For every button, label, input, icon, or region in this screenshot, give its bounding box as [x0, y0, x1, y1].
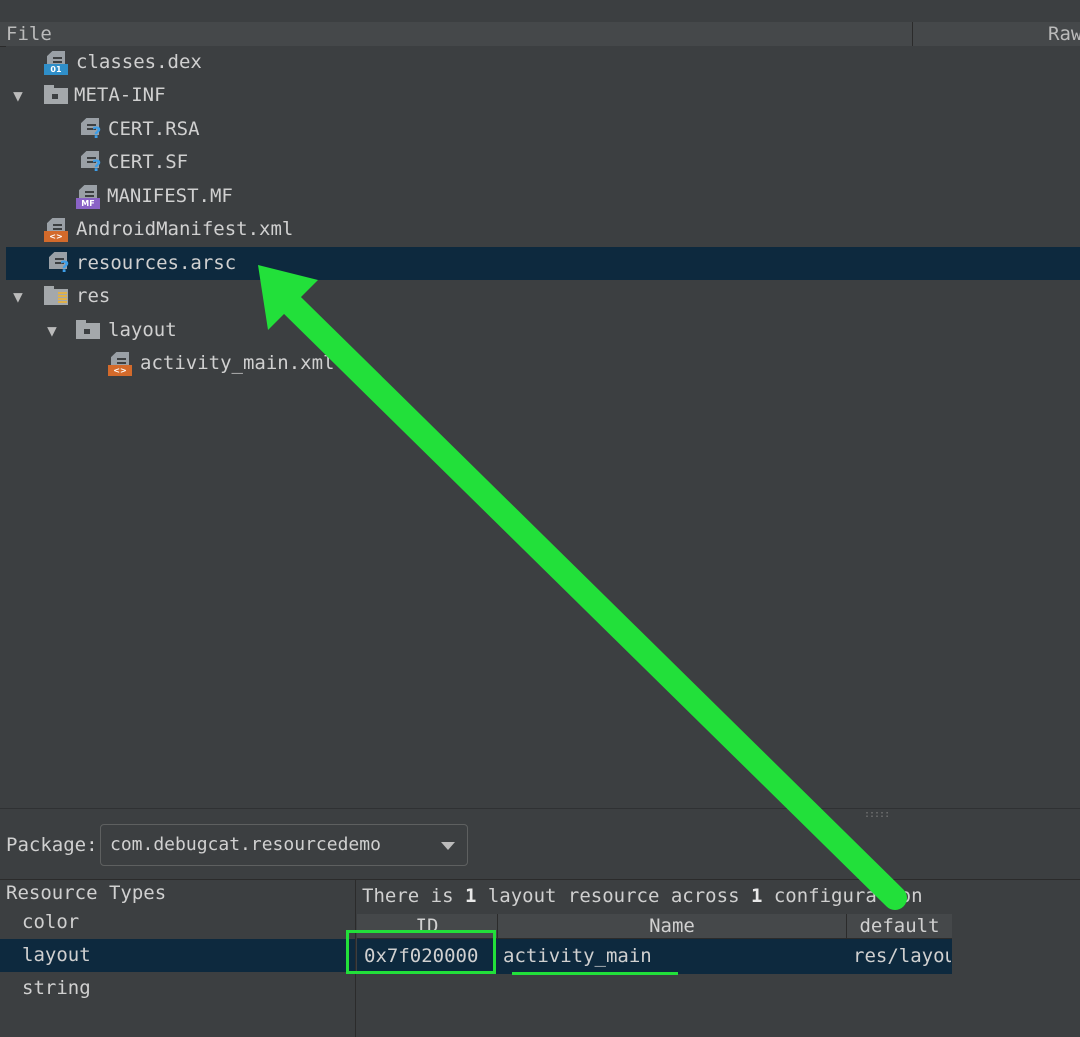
unknown-file-icon: ?	[78, 151, 104, 175]
resource-default-cell: res/layout/activity_main.xml	[853, 945, 951, 967]
expand-arrow-icon[interactable]: ▼	[10, 280, 26, 313]
xml-file-icon: <>	[108, 352, 134, 376]
folder-icon	[42, 84, 68, 108]
package-dropdown[interactable]: com.debugcat.resourcedemo	[100, 824, 468, 866]
tree-item-resources-arsc[interactable]: ? resources.arsc	[6, 247, 1080, 280]
resource-type-string[interactable]: string	[0, 972, 355, 1005]
tree-item-label: CERT.RSA	[108, 118, 200, 140]
tree-item-res[interactable]: ▼ res	[6, 280, 1080, 313]
unknown-file-icon: ?	[78, 118, 104, 142]
resource-type-label: string	[22, 977, 91, 999]
tree-item-cert-rsa[interactable]: ? CERT.RSA	[6, 113, 1080, 146]
resource-types-header: Resource Types	[6, 882, 167, 904]
resource-type-label: color	[22, 911, 80, 933]
column-header-raw[interactable]: Raw	[1048, 22, 1080, 46]
unknown-file-icon: ?	[46, 252, 72, 276]
chevron-down-icon	[441, 842, 455, 850]
empty-area	[952, 914, 1080, 1037]
tree-item-layout[interactable]: ▼ layout	[6, 314, 1080, 347]
tree-item-activity-main-xml[interactable]: <> activity_main.xml	[6, 347, 1080, 380]
tree-item-android-manifest[interactable]: <> AndroidManifest.xml	[6, 213, 1080, 246]
apk-file-tree: 01 classes.dex ▼ META-INF ? CERT.RSA ? C…	[6, 46, 1080, 808]
resource-types-panel: Resource Types color layout string	[0, 880, 356, 1037]
tree-item-meta-inf[interactable]: ▼ META-INF	[6, 79, 1080, 112]
dex-file-icon: 01	[44, 51, 70, 75]
file-table-header: File Raw	[0, 22, 1080, 47]
panel-splitter[interactable]: :::::	[0, 808, 1080, 823]
column-header-default[interactable]: default	[847, 914, 952, 938]
top-strip	[0, 0, 1080, 22]
tree-item-label: CERT.SF	[108, 151, 189, 173]
column-header-file[interactable]: File	[6, 22, 52, 46]
package-label: Package:	[6, 834, 98, 856]
xml-file-icon: <>	[44, 218, 70, 242]
tree-item-label: layout	[108, 319, 177, 341]
manifest-file-icon: MF	[76, 185, 102, 209]
resource-type-label: layout	[22, 944, 91, 966]
tree-item-label: activity_main.xml	[140, 352, 335, 374]
column-divider[interactable]	[912, 22, 913, 46]
folder-icon	[74, 319, 100, 343]
tree-item-manifest-mf[interactable]: MF MANIFEST.MF	[6, 180, 1080, 213]
resource-count: 1	[464, 885, 477, 907]
id-highlight-box	[346, 930, 496, 974]
splitter-grip-icon[interactable]: :::::	[864, 809, 890, 820]
resource-name-cell: activity_main	[503, 945, 652, 967]
tree-item-cert-sf[interactable]: ? CERT.SF	[6, 146, 1080, 179]
resource-type-color[interactable]: color	[0, 906, 355, 939]
tree-item-label: MANIFEST.MF	[107, 185, 233, 207]
tree-item-label: resources.arsc	[76, 252, 237, 274]
expand-arrow-icon[interactable]: ▼	[44, 314, 60, 347]
tree-item-classes-dex[interactable]: 01 classes.dex	[6, 46, 1080, 79]
tree-item-label: res	[76, 285, 111, 307]
resource-summary: There is 1 layout resource across 1 conf…	[362, 885, 923, 907]
expand-arrow-icon[interactable]: ▼	[10, 79, 26, 112]
column-header-name[interactable]: Name	[498, 914, 846, 938]
tree-item-label: AndroidManifest.xml	[76, 218, 294, 240]
resource-folder-icon	[42, 285, 68, 309]
tree-item-label: META-INF	[74, 84, 166, 106]
resource-type-layout[interactable]: layout	[0, 939, 355, 972]
configuration-count: 1	[750, 885, 763, 907]
tree-item-label: classes.dex	[76, 51, 202, 73]
package-dropdown-value: com.debugcat.resourcedemo	[110, 834, 381, 855]
name-highlight-underline	[512, 972, 678, 975]
